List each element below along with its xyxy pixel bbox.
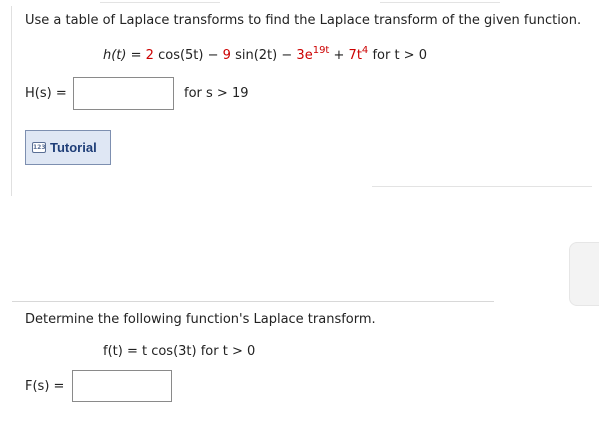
side-panel-tab[interactable] bbox=[569, 242, 599, 306]
left-border bbox=[11, 6, 12, 196]
laplace-answer-input[interactable] bbox=[73, 77, 174, 110]
exponent-4: 4 bbox=[361, 45, 369, 56]
domain-condition: for t > 0 bbox=[372, 48, 427, 63]
term-cosine: cos(5t) bbox=[158, 48, 204, 63]
answer-1-label: H(s) = bbox=[25, 86, 67, 101]
answer-2-label: F(s) = bbox=[25, 379, 65, 394]
equals-sign: = bbox=[130, 48, 142, 63]
minus-sign: − bbox=[207, 48, 219, 63]
top-rule-left bbox=[100, 2, 220, 3]
plus-sign: + bbox=[333, 48, 345, 63]
section-divider bbox=[12, 301, 494, 302]
question-1-function: h(t) = 2 cos(5t) − 9 sin(2t) − 3e19t + 7… bbox=[103, 45, 427, 63]
coefficient-3: 3e bbox=[296, 48, 313, 63]
laplace-answer-input-2[interactable] bbox=[72, 370, 172, 402]
minus-sign: − bbox=[281, 48, 293, 63]
coefficient-2: 9 bbox=[222, 48, 231, 63]
coefficient-1: 2 bbox=[145, 48, 154, 63]
question-1-instruction: Use a table of Laplace transforms to fin… bbox=[25, 13, 582, 28]
question-2-instruction: Determine the following function's Lapla… bbox=[25, 312, 376, 327]
coefficient-4: 7t bbox=[348, 48, 362, 63]
term-power: 7t4 bbox=[348, 45, 369, 63]
term-exponential: 3e19t bbox=[296, 45, 330, 63]
exponent-19t: 19t bbox=[312, 45, 330, 56]
tutorial-button[interactable]: 123 Tutorial bbox=[25, 130, 111, 165]
answer-1-domain: for s > 19 bbox=[184, 86, 249, 101]
term-sine: sin(2t) bbox=[235, 48, 278, 63]
top-rule-right bbox=[380, 2, 500, 3]
calculator-icon: 123 bbox=[32, 142, 46, 153]
function-name: h(t) bbox=[103, 48, 127, 63]
question-2-function: f(t) = t cos(3t) for t > 0 bbox=[103, 344, 256, 359]
question-divider bbox=[372, 186, 592, 187]
tutorial-label: Tutorial bbox=[50, 140, 97, 155]
